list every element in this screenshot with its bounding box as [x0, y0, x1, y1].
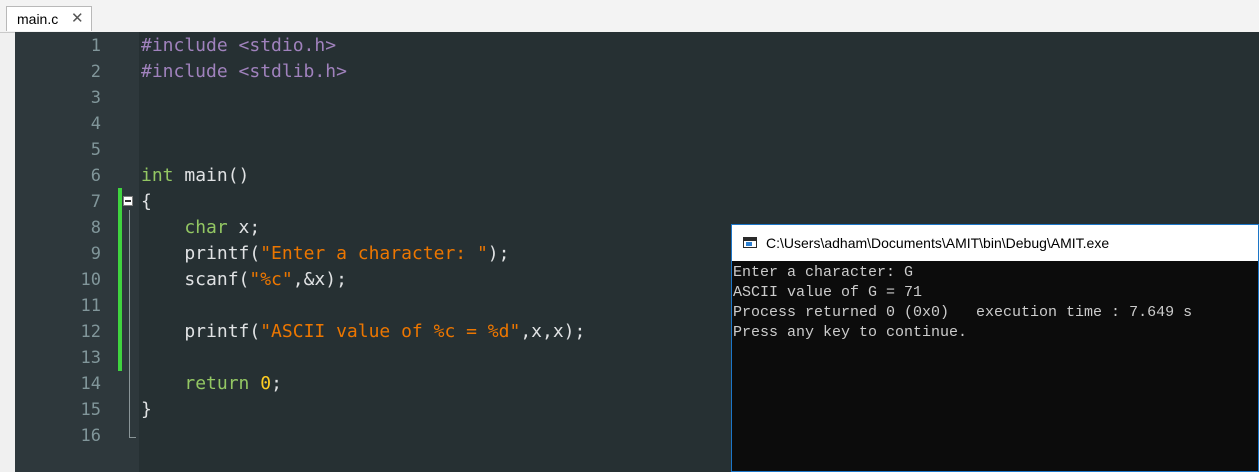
console-window[interactable]: C:\Users\adham\Documents\AMIT\bin\Debug\… — [731, 224, 1259, 472]
code-line-14: return 0; — [141, 371, 282, 397]
line-number: 10 — [80, 270, 101, 290]
code-token: main() — [173, 165, 250, 186]
console-title: C:\Users\adham\Documents\AMIT\bin\Debug\… — [766, 235, 1110, 251]
code-line-8: char x; — [141, 215, 260, 241]
code-token: ); — [487, 243, 510, 264]
console-line: Press any key to continue. — [733, 324, 968, 341]
console-line: ASCII value of G = 71 — [733, 284, 923, 301]
keyword-token: int — [141, 165, 174, 186]
fold-guide-end — [129, 437, 136, 438]
console-output: Enter a character: G ASCII value of G = … — [733, 263, 1258, 471]
line-number: 8 — [90, 218, 101, 238]
code-token: printf( — [141, 243, 261, 264]
line-number: 2 — [90, 62, 101, 82]
keyword-token: return — [184, 373, 250, 394]
code-line-12: printf("ASCII value of %c = %d",x,x); — [141, 319, 585, 345]
fold-guide-line — [129, 210, 130, 438]
code-line-2: #include <stdlib.h> — [141, 61, 347, 82]
code-line-1: #include <stdio.h> — [141, 35, 337, 56]
changed-lines-marker — [118, 188, 122, 371]
line-number: 3 — [90, 88, 101, 108]
line-number: 5 — [90, 140, 101, 160]
code-line-6: int main() — [141, 163, 249, 189]
code-line-15: } — [141, 399, 152, 420]
close-icon[interactable]: ✕ — [71, 9, 84, 27]
line-number: 13 — [80, 348, 101, 368]
keyword-token: char — [184, 217, 228, 238]
console-line: Enter a character: G — [733, 264, 914, 281]
tab-main-c[interactable]: main.c ✕ — [6, 6, 92, 31]
tab-bar: main.c ✕ — [0, 0, 1259, 33]
console-window-icon — [743, 237, 757, 248]
line-number: 4 — [90, 114, 101, 134]
number-token: 0 — [260, 373, 272, 394]
fold-collapse-icon[interactable] — [123, 196, 133, 206]
code-token: printf( — [141, 321, 261, 342]
line-number: 12 — [80, 322, 101, 342]
code-line-9: printf("Enter a character: "); — [141, 241, 509, 267]
string-token: "ASCII value of %c = %d" — [260, 321, 521, 342]
code-token: ,&x); — [292, 269, 347, 290]
line-number: 11 — [80, 296, 101, 316]
code-line-7: { — [141, 191, 152, 212]
line-number-gutter: 1 2 3 4 5 6 7 8 9 10 11 12 13 14 15 16 — [15, 32, 119, 472]
line-number: 14 — [80, 374, 101, 394]
line-number: 7 — [90, 192, 101, 212]
string-token: "Enter a character: " — [260, 243, 488, 264]
line-number: 1 — [90, 36, 101, 56]
line-number: 9 — [90, 244, 101, 264]
tab-label: main.c — [17, 11, 59, 27]
console-line: Process returned 0 (0x0) execution time … — [733, 304, 1193, 321]
code-token: ; — [271, 373, 282, 394]
line-number: 15 — [80, 400, 101, 420]
code-token: x; — [227, 217, 261, 238]
code-token: scanf( — [141, 269, 250, 290]
string-token: "%c" — [249, 269, 293, 290]
code-line-10: scanf("%c",&x); — [141, 267, 347, 293]
code-token: ,x,x); — [520, 321, 586, 342]
console-title-bar[interactable]: C:\Users\adham\Documents\AMIT\bin\Debug\… — [732, 225, 1258, 261]
line-number: 16 — [80, 426, 101, 446]
line-number: 6 — [90, 166, 101, 186]
